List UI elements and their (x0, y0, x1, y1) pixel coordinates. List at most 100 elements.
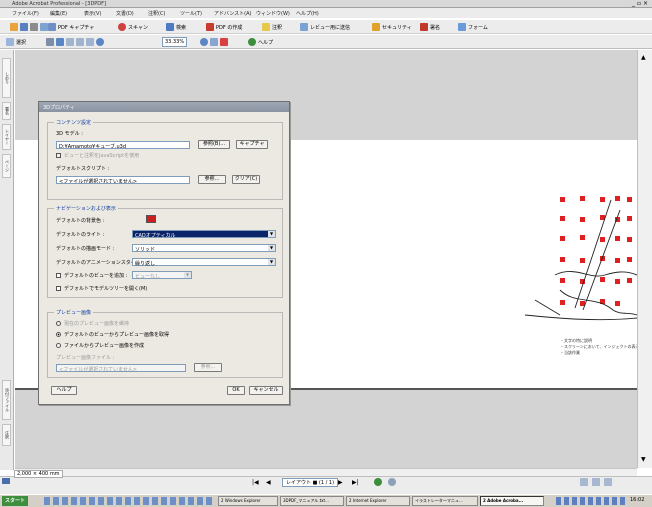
ok-button[interactable]: OK (227, 386, 245, 395)
menu-advanced[interactable]: アドバンスト(A) (214, 10, 251, 17)
task-explorer[interactable]: 2 Windows Explorer (218, 496, 278, 506)
quick-launch-icons[interactable] (44, 497, 214, 505)
menu-window[interactable]: ウィンドウ(W) (256, 10, 290, 17)
scroll-down-icon[interactable]: ▼ (641, 456, 646, 463)
snapshot-icon[interactable] (46, 38, 54, 46)
chevron-down-icon[interactable]: ▼ (184, 272, 191, 278)
chevron-down-icon[interactable]: ▼ (268, 259, 275, 265)
script-field[interactable]: <ファイルが選択されていません> (56, 176, 190, 184)
forms-button[interactable]: フォーム (458, 22, 488, 32)
cancel-button[interactable]: キャンセル (249, 386, 283, 395)
task-illustrator[interactable]: イラストレーターマニュ... (412, 496, 478, 506)
close-button[interactable]: × (643, 0, 648, 7)
capture-button[interactable]: キャプチャ (236, 140, 268, 149)
light-label: デフォルトのライト : (56, 232, 105, 238)
preview-file-field[interactable]: <ファイルが選択されていません> (56, 364, 186, 372)
first-page-icon[interactable]: |◀ (252, 479, 259, 486)
scroll-up-icon[interactable]: ▲ (641, 54, 646, 61)
restore-button[interactable]: ▫ (637, 0, 641, 7)
tab-comments[interactable]: 注釈 (2, 424, 11, 446)
fit-page-icon[interactable] (76, 38, 84, 46)
default-view-preview-radio[interactable] (56, 332, 61, 337)
menu-tools[interactable]: ツール(T) (180, 10, 202, 17)
zoom-plus-icon[interactable] (200, 38, 208, 46)
task-text-file[interactable]: 3DPDF_マニュアル.txt... (280, 496, 344, 506)
comment-button[interactable]: 注釈 (262, 22, 282, 32)
task-internet-explorer[interactable]: 2 Internet Explorer (346, 496, 410, 506)
file-buttons (10, 22, 48, 32)
email-icon[interactable] (40, 23, 48, 31)
clear-button[interactable]: クリア(C) (232, 175, 260, 184)
page-icon[interactable] (66, 38, 74, 46)
bg-color-swatch[interactable] (146, 215, 156, 223)
start-button[interactable]: スタート (2, 496, 29, 506)
select-tool[interactable]: 選択 (6, 37, 26, 47)
search-button[interactable]: 検索 (166, 22, 186, 32)
menu-document[interactable]: 文書(D) (116, 10, 134, 17)
script-browse-button[interactable]: 参照... (198, 175, 226, 184)
rotate-icon[interactable] (210, 38, 218, 46)
pdf-capture-button[interactable]: PDF キャプチャ (48, 22, 94, 32)
facing-icon[interactable] (604, 478, 612, 486)
tab-bookmarks[interactable]: しおり (2, 58, 11, 98)
animation-select[interactable]: 繰り返し ▼ (132, 258, 276, 267)
model-browse-button[interactable]: 参照(B)... (198, 140, 230, 149)
print-icon[interactable] (30, 23, 38, 31)
light-select[interactable]: CADオプティカル ▼ (132, 230, 276, 239)
chevron-down-icon[interactable]: ▼ (268, 231, 275, 237)
model-path-field[interactable]: D:¥Amamoto¥キューブ.u3d (56, 141, 190, 149)
back-view-icon[interactable] (374, 478, 382, 486)
minimize-button[interactable]: _ (632, 0, 635, 7)
bg-color-label: デフォルトの背景色 : (56, 218, 105, 224)
menu-comment[interactable]: 注釈(C) (148, 10, 165, 17)
save-icon[interactable] (20, 23, 28, 31)
menu-view[interactable]: 表示(V) (84, 10, 101, 17)
continuous-icon[interactable] (592, 478, 600, 486)
prev-page-icon[interactable]: ◀ (266, 479, 271, 486)
content-settings-label: コンテンツ設定 (54, 119, 94, 126)
open-icon[interactable] (10, 23, 18, 31)
vertical-scrollbar[interactable]: ▲ ▼ (637, 50, 652, 468)
file-preview-radio[interactable] (56, 343, 61, 348)
help-button[interactable]: ヘルプ (248, 37, 273, 47)
help-dialog-button[interactable]: ヘルプ (51, 386, 77, 395)
sign-button[interactable]: 署名 (420, 22, 440, 32)
menu-edit[interactable]: 編集(E) (50, 10, 67, 17)
render-select[interactable]: ソリッド ▼ (132, 244, 276, 253)
embed-checkbox[interactable] (56, 153, 61, 158)
last-page-icon[interactable]: ▶| (352, 479, 359, 486)
forward-view-icon[interactable] (388, 478, 396, 486)
tab-signatures[interactable]: 署名 (2, 102, 11, 120)
panel-icon[interactable] (2, 478, 10, 484)
pdf-create-button[interactable]: PDF の作成 (206, 22, 242, 32)
model-tree-checkbox[interactable] (56, 286, 61, 291)
zoom-out-icon[interactable] (96, 38, 104, 46)
scan-icon (118, 23, 126, 31)
preview-browse-button[interactable]: 参照... (194, 363, 222, 372)
tab-pages[interactable]: ページ (2, 154, 11, 178)
zoom-in-icon[interactable] (56, 38, 64, 46)
navigation-pane: しおり 署名 レイヤー ページ 添付ファイル 注釈 (0, 50, 14, 470)
zoom-input[interactable]: 33.33% (162, 37, 188, 47)
keep-preview-label: 現在のプレビュー画像を維持 (64, 321, 130, 327)
task-acrobat[interactable]: 2 Adobe Acroba... (480, 496, 544, 506)
single-page-icon[interactable] (580, 478, 588, 486)
default-views-select[interactable]: ビューなし ▼ (132, 271, 192, 280)
menu-file[interactable]: ファイル(F) (12, 10, 39, 17)
system-tray-icons[interactable] (556, 497, 626, 505)
security-button[interactable]: セキュリティ (372, 22, 412, 32)
next-page-icon[interactable]: ▶ (338, 479, 343, 486)
tab-attachments[interactable]: 添付ファイル (2, 380, 11, 420)
scan-button[interactable]: スキャン (118, 22, 148, 32)
page-number-field[interactable]: レイアウト ■ (1 / 1) (282, 478, 339, 487)
menu-help[interactable]: ヘルプ(H) (296, 10, 319, 17)
default-views-checkbox[interactable] (56, 273, 61, 278)
keep-preview-radio[interactable] (56, 321, 61, 326)
fit-width-icon[interactable] (86, 38, 94, 46)
review-button[interactable]: レビュー用に送信 (300, 22, 350, 32)
comment-icon (262, 23, 270, 31)
3d-tool-icon[interactable] (220, 38, 228, 46)
horizontal-scrollbar[interactable] (15, 468, 637, 476)
chevron-down-icon[interactable]: ▼ (268, 245, 275, 251)
tab-layers[interactable]: レイヤー (2, 124, 11, 150)
